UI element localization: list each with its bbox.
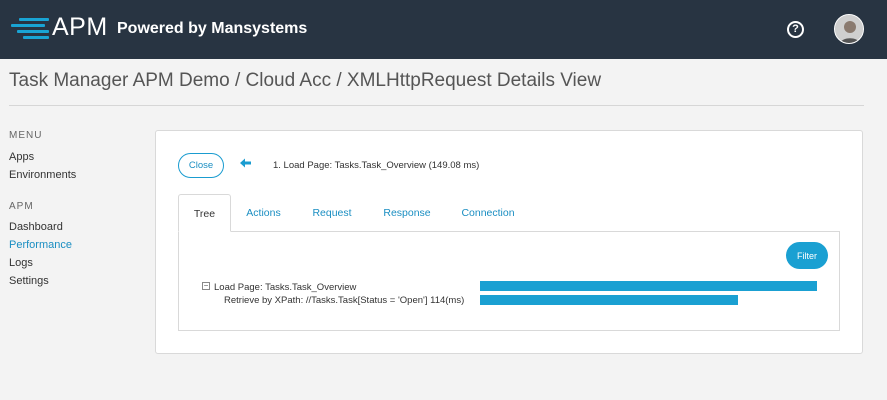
sidebar-item-logs[interactable]: Logs	[9, 257, 33, 269]
help-icon[interactable]: ?	[787, 21, 804, 38]
apm-logo[interactable]: APM Powered by Mansystems	[11, 13, 311, 41]
duration-bar-retrieve-xpath	[480, 295, 738, 305]
page-title: Task Manager APM Demo / Cloud Acc / XMLH…	[9, 70, 602, 91]
filter-button[interactable]: Filter	[786, 242, 828, 269]
tree-node-retrieve-xpath[interactable]: Retrieve by XPath: //Tasks.Task[Status =…	[224, 295, 464, 306]
duration-bar-load-page	[480, 281, 817, 291]
logo-text: APM	[52, 13, 108, 41]
sidebar-item-apps[interactable]: Apps	[9, 151, 34, 163]
request-breadcrumb: 1. Load Page: Tasks.Task_Overview (149.0…	[273, 160, 480, 171]
tab-request[interactable]: Request	[302, 194, 362, 232]
sidebar-item-performance[interactable]: Performance	[9, 239, 72, 251]
sidebar-section-apm: APM	[9, 201, 34, 212]
close-button[interactable]: Close	[178, 153, 224, 178]
avatar[interactable]	[834, 14, 864, 44]
sidebar-item-environments[interactable]: Environments	[9, 169, 76, 181]
top-header: APM Powered by Mansystems ?	[0, 0, 887, 59]
arrow-left-icon[interactable]	[240, 158, 252, 170]
sidebar-item-dashboard[interactable]: Dashboard	[9, 221, 63, 233]
sidebar-section-menu: MENU	[9, 130, 43, 141]
sidebar-item-settings[interactable]: Settings	[9, 275, 49, 287]
tab-tree[interactable]: Tree	[178, 194, 231, 232]
logo-mark-icon	[11, 18, 49, 39]
tab-response[interactable]: Response	[372, 194, 442, 232]
logo-tagline: Powered by Mansystems	[117, 20, 308, 37]
tree-node-load-page[interactable]: Load Page: Tasks.Task_Overview	[214, 282, 356, 293]
title-divider	[9, 105, 864, 106]
tab-connection[interactable]: Connection	[452, 194, 524, 232]
tab-actions[interactable]: Actions	[236, 194, 291, 232]
collapse-icon[interactable]: −	[202, 282, 210, 290]
